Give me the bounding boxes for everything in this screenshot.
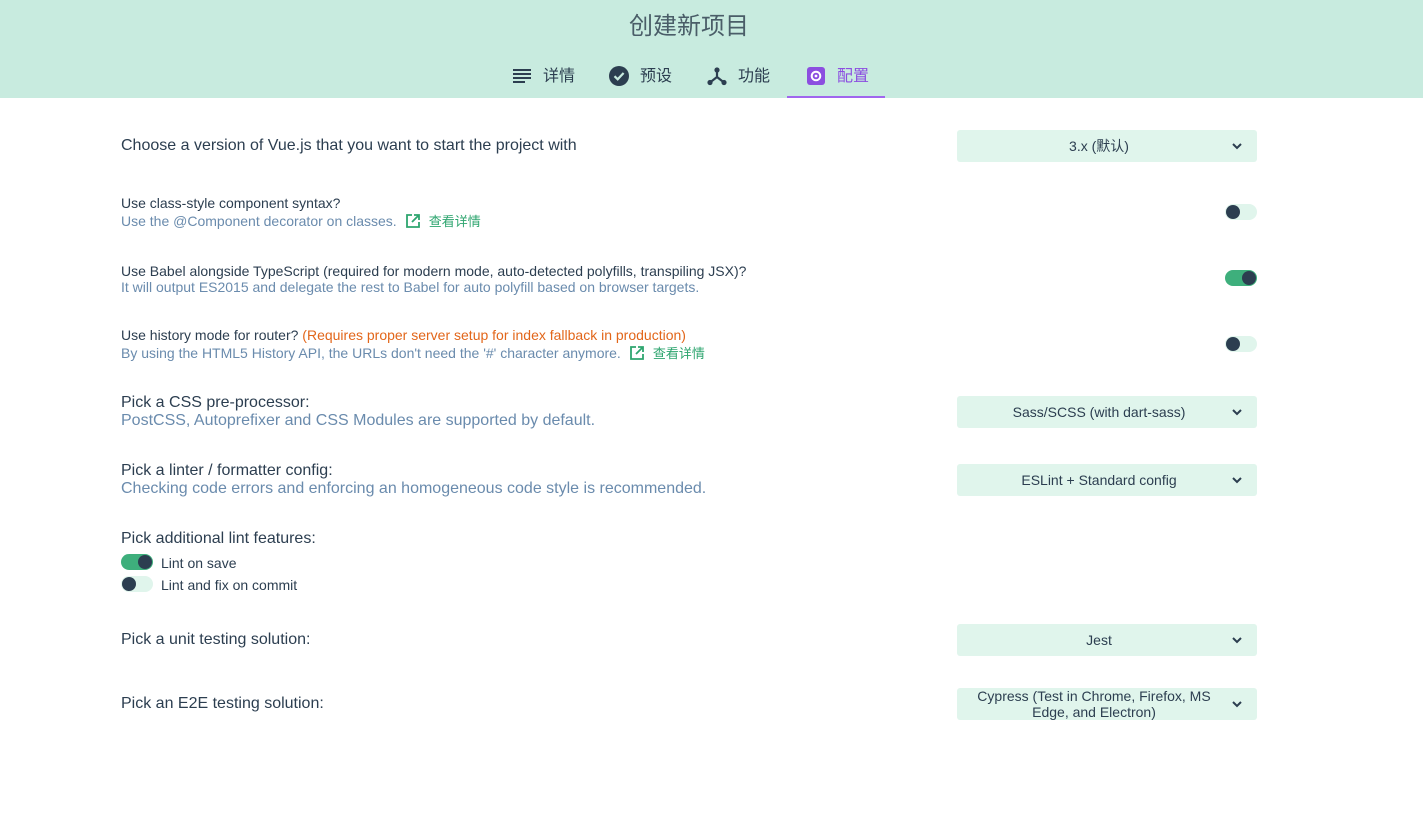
chevron-down-icon [1217,476,1257,484]
lint-features-label: Pick additional lint features: [121,530,316,547]
toggle-knob [138,555,152,569]
e2e-testing-value: Cypress (Test in Chrome, Firefox, MS Edg… [977,688,1211,720]
external-link-icon [405,213,420,228]
more-link-label: 查看详情 [652,347,705,362]
more-link-label: 查看详情 [428,215,481,230]
unit-testing-value: Jest [1086,632,1112,648]
class-style-toggle[interactable] [1225,204,1257,220]
css-preprocessor-value: Sass/SCSS (with dart-sass) [1012,404,1186,420]
lint-on-save-label: Lint on save [161,555,237,571]
vue-version-label: Choose a version of Vue.js that you want… [121,137,577,154]
tab-bar: 详情 预设 功能 配置 [0,56,1423,98]
class-style-more-link[interactable]: 查看详情 [405,211,481,230]
class-style-description: Use the @Component decorator on classes.… [121,211,481,231]
linter-label: Pick a linter / formatter config: [121,462,333,479]
toggle-knob [1226,205,1240,219]
e2e-testing-select[interactable]: Cypress (Test in Chrome, Firefox, MS Edg… [957,688,1257,720]
babel-question: Use Babel alongside TypeScript (required… [121,263,747,279]
history-toggle[interactable] [1225,336,1257,352]
css-preprocessor-label: Pick a CSS pre-processor: [121,394,310,411]
babel-toggle[interactable] [1225,270,1257,286]
history-question: Use history mode for router? [121,327,299,343]
css-preprocessor-select[interactable]: Sass/SCSS (with dart-sass) [957,396,1257,428]
unit-testing-label: Pick a unit testing solution: [121,631,311,648]
tab-features[interactable]: 功能 [706,56,770,98]
tab-label: 配置 [837,66,870,85]
toggle-knob [1242,271,1256,285]
lint-fix-on-commit-label: Lint and fix on commit [161,577,298,593]
linter-description: Checking code errors and enforcing an ho… [121,480,707,497]
chevron-down-icon [1217,700,1257,708]
history-desc-text: By using the HTML5 History API, the URLs… [121,344,621,361]
settings-icon [805,65,827,87]
lint-fix-on-commit-toggle[interactable] [121,576,153,592]
external-link-icon [629,345,644,360]
history-more-link[interactable]: 查看详情 [629,343,705,362]
page-title: 创建新项目 [629,12,749,40]
tab-label: 详情 [543,66,576,85]
tab-presets[interactable]: 预设 [608,56,672,98]
list-icon [511,65,533,87]
toggle-knob [1226,337,1240,351]
check-circle-icon [608,65,630,87]
babel-description: It will output ES2015 and delegate the r… [121,279,700,295]
tab-details[interactable]: 详情 [511,56,575,98]
fork-icon [706,65,728,87]
vue-version-select[interactable]: 3.x (默认) [957,130,1257,162]
css-preprocessor-description: PostCSS, Autoprefixer and CSS Modules ar… [121,412,596,429]
header: 创建新项目 详情 预设 功能 配置 [0,0,1423,98]
vue-version-value: 3.x (默认) [1069,138,1129,154]
chevron-down-icon [1217,142,1257,150]
tab-label: 预设 [640,66,673,85]
lint-on-save-toggle[interactable] [121,554,153,570]
history-warning: (Requires proper server setup for index … [302,327,686,343]
history-description: By using the HTML5 History API, the URLs… [121,343,705,363]
class-style-desc-text: Use the @Component decorator on classes. [121,212,397,229]
history-question-row: Use history mode for router? (Requires p… [121,327,686,343]
linter-value: ESLint + Standard config [1021,472,1177,488]
tab-configuration[interactable]: 配置 [787,56,885,98]
class-style-question: Use class-style component syntax? [121,195,341,211]
chevron-down-icon [1217,636,1257,644]
tab-label: 功能 [738,66,771,85]
e2e-testing-label: Pick an E2E testing solution: [121,695,324,712]
chevron-down-icon [1217,408,1257,416]
unit-testing-select[interactable]: Jest [957,624,1257,656]
toggle-knob [122,577,136,591]
linter-select[interactable]: ESLint + Standard config [957,464,1257,496]
